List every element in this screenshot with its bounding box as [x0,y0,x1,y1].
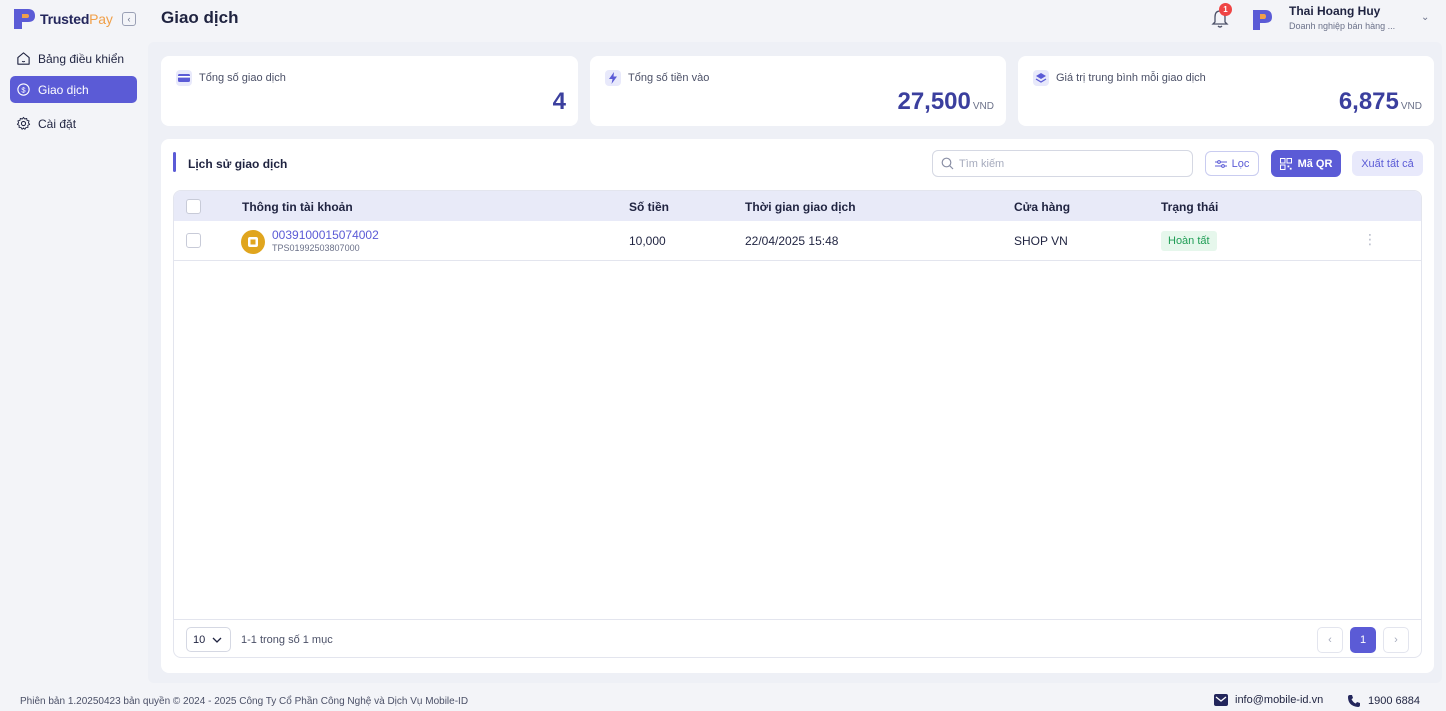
stat-label: Giá trị trung bình mỗi giao dịch [1056,72,1206,84]
export-all-button[interactable]: Xuất tất cả [1352,151,1423,176]
main-content: Tổng số giao dịch 4 Tổng số tiền vào 27,… [148,42,1442,683]
page-title: Giao dịch [161,8,239,27]
copyright-text: Phiên bản 1.20250423 bản quyền © 2024 - … [20,696,469,707]
top-bar: TrustedPay ‹ Giao dịch 1 Thai Hoang Huy … [0,0,1446,40]
prev-page-button[interactable]: ‹ [1317,627,1343,653]
sidebar-item-label: Bảng điều khiển [38,51,125,66]
table-footer: 10 1-1 trong số 1 mục ‹ 1 › [174,619,1421,657]
notification-badge: 1 [1219,3,1232,16]
svg-text:$: $ [21,85,26,94]
column-header-account[interactable]: Thông tin tài khoản [242,200,353,214]
stat-card-average-value: Giá trị trung bình mỗi giao dịch 6,875 V… [1018,56,1434,126]
status-badge: Hoàn tất [1161,231,1217,251]
chevron-down-icon[interactable]: ⌄ [1421,12,1429,23]
home-icon [17,52,30,65]
mail-icon [1214,694,1228,706]
more-vertical-icon[interactable]: ⋮ [1363,232,1377,246]
filter-button[interactable]: Lọc [1205,151,1259,176]
search-icon [941,157,954,170]
search-input[interactable] [959,157,1179,170]
stat-value: 6,875 VND [1338,88,1422,115]
brand-logo[interactable]: TrustedPay [12,8,113,30]
transactions-table: Thông tin tài khoản Số tiền Thời gian gi… [173,190,1422,658]
stat-card-total-transactions: Tổng số giao dịch 4 [161,56,578,126]
user-role: Doanh nghiệp bán hàng ... [1289,21,1396,31]
layers-icon [1033,70,1049,86]
logo-mark-icon [14,9,35,29]
store-cell: SHOP VN [1014,234,1068,248]
table-row[interactable]: 0039100015074002 TPS01992503807000 10,00… [174,221,1421,261]
stat-value: 4 [552,88,566,115]
table-header: Thông tin tài khoản Số tiền Thời gian gi… [174,191,1421,221]
stat-label: Tổng số giao dịch [199,72,286,84]
collapse-sidebar-icon[interactable]: ‹ [122,12,136,26]
brand-name: TrustedPay [40,11,113,27]
footer-phone[interactable]: 1900 6884 [1347,694,1420,708]
column-header-store[interactable]: Cửa hàng [1014,200,1070,214]
email-text: info@mobile-id.vn [1235,694,1324,706]
user-name[interactable]: Thai Hoang Huy [1289,4,1380,18]
qr-label: Mã QR [1297,157,1333,170]
page-size-select[interactable]: 10 [186,627,231,652]
column-header-amount[interactable]: Số tiền [629,200,669,214]
amount-cell: 10,000 [629,234,666,248]
page-size-value: 10 [193,633,206,646]
chevron-down-icon [212,637,222,643]
account-number[interactable]: 0039100015074002 [272,228,379,242]
filter-label: Lọc [1231,157,1250,170]
transaction-history-panel: Lịch sử giao dịch Lọc [161,139,1434,673]
phone-text: 1900 6884 [1368,695,1420,707]
qr-icon [1279,157,1292,170]
card-icon [176,70,192,86]
column-header-time[interactable]: Thời gian giao dịch [745,200,856,214]
sidebar-item-dashboard[interactable]: Bảng điều khiển [10,45,137,72]
sidebar-item-label: Giao dịch [38,82,89,97]
transaction-reference: TPS01992503807000 [272,243,360,253]
lightning-icon [605,70,621,86]
column-header-status[interactable]: Trạng thái [1161,200,1218,214]
select-all-checkbox[interactable] [186,199,201,214]
section-accent-bar [173,152,176,172]
page-button-current[interactable]: 1 [1350,627,1376,653]
phone-icon [1348,695,1360,707]
sidebar-item-settings[interactable]: Cài đặt [10,110,137,137]
stat-card-total-income: Tổng số tiền vào 27,500 VND [590,56,1006,126]
sidebar-item-transactions[interactable]: $ Giao dịch [10,76,137,103]
section-title: Lịch sử giao dịch [188,157,288,171]
stat-value: 27,500 VND [897,88,994,115]
search-box[interactable] [932,150,1193,177]
stat-label: Tổng số tiền vào [628,72,710,84]
row-checkbox[interactable] [186,233,201,248]
gear-icon [16,116,31,130]
sliders-icon [1214,159,1227,168]
avatar[interactable] [1250,8,1274,32]
next-page-button[interactable]: › [1383,627,1409,653]
time-cell: 22/04/2025 15:48 [745,234,839,248]
bank-logo-icon [241,230,265,254]
qr-code-button[interactable]: Mã QR [1271,150,1341,177]
footer-email[interactable]: info@mobile-id.vn [1214,694,1323,706]
money-icon: $ [17,83,30,96]
sidebar-item-label: Cài đặt [38,116,77,131]
pagination-range: 1-1 trong số 1 mục [241,634,333,646]
